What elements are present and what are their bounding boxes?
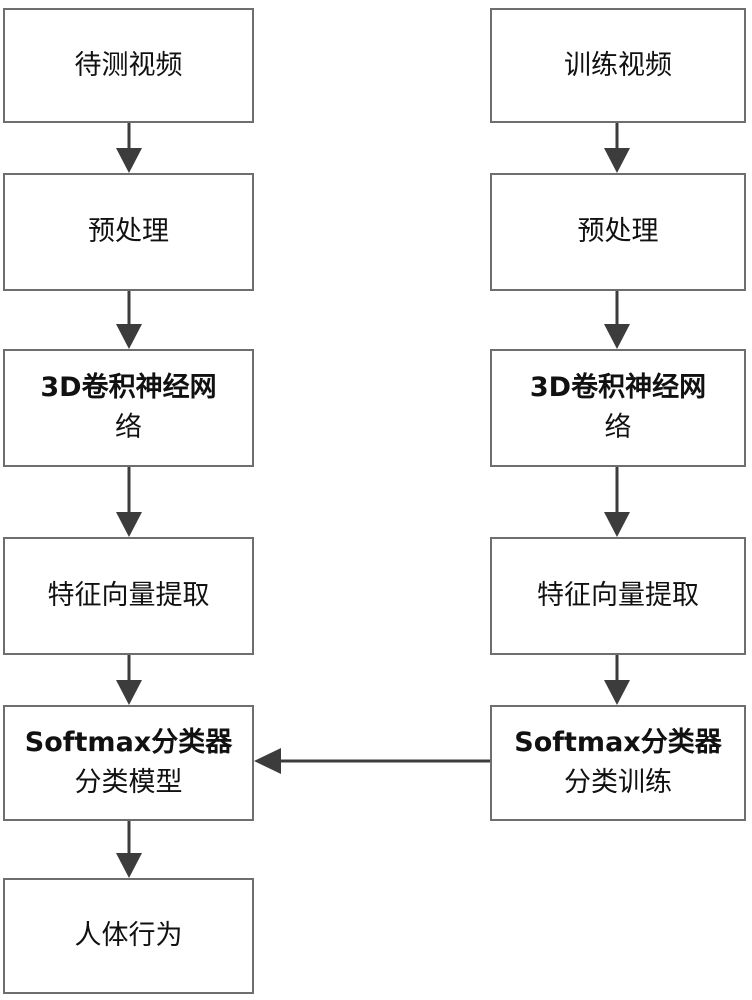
arrow-left-5 — [116, 821, 142, 878]
arrow-right-2 — [604, 291, 630, 349]
arrow-left-3 — [116, 467, 142, 537]
arrow-right-3 — [604, 467, 630, 537]
arrow-right-1 — [604, 123, 630, 173]
arrow-right-4 — [604, 655, 630, 705]
arrows-layer — [116, 123, 630, 878]
arrow-left-4 — [116, 655, 142, 705]
arrow-left-1 — [116, 123, 142, 173]
arrow-left-2 — [116, 291, 142, 349]
arrow-train-to-model — [254, 748, 490, 774]
